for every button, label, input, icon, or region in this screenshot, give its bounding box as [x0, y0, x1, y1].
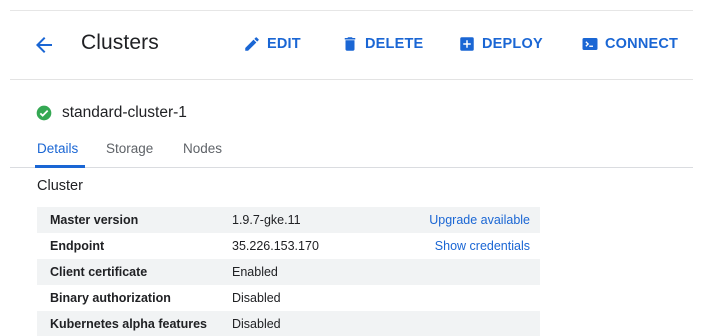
- pencil-icon: [245, 37, 259, 51]
- row-label: Binary authorization: [50, 291, 171, 305]
- cluster-name: standard-cluster-1: [62, 104, 187, 121]
- cluster-status-row: standard-cluster-1: [36, 104, 187, 122]
- plus-box-icon: [460, 37, 474, 51]
- tab-storage[interactable]: Storage: [106, 141, 153, 156]
- row-value: Disabled: [232, 291, 281, 305]
- deploy-label: DEPLOY: [482, 36, 543, 52]
- delete-button[interactable]: DELETE: [341, 34, 423, 54]
- tab-nodes[interactable]: Nodes: [183, 141, 222, 156]
- row-label: Client certificate: [50, 265, 148, 279]
- row-label: Endpoint: [50, 239, 105, 253]
- details-table: Master version 1.9.7-gke.11 Upgrade avai…: [37, 207, 540, 336]
- table-row: Master version 1.9.7-gke.11 Upgrade avai…: [37, 207, 540, 233]
- upgrade-available-link[interactable]: Upgrade available: [429, 213, 530, 227]
- page-header: Clusters EDIT DELETE DEPLOY CONNECT: [10, 10, 693, 80]
- show-credentials-link[interactable]: Show credentials: [435, 239, 530, 253]
- connect-button[interactable]: CONNECT: [581, 34, 678, 54]
- row-label: Kubernetes alpha features: [50, 317, 207, 331]
- row-value: Enabled: [232, 265, 278, 279]
- table-row: Binary authorization Disabled: [37, 285, 540, 311]
- deploy-button[interactable]: DEPLOY: [458, 34, 543, 54]
- connect-label: CONNECT: [605, 36, 679, 52]
- table-row: Client certificate Enabled: [37, 259, 540, 285]
- table-row: Kubernetes alpha features Disabled: [37, 311, 540, 336]
- page-title: Clusters: [81, 31, 159, 54]
- table-row: Endpoint 35.226.153.170 Show credentials: [37, 233, 540, 259]
- check-circle-icon: [36, 105, 52, 121]
- section-title: Cluster: [37, 178, 83, 194]
- back-arrow-icon[interactable]: [32, 33, 56, 57]
- row-value: 1.9.7-gke.11: [232, 213, 301, 227]
- row-value: Disabled: [232, 317, 281, 331]
- terminal-icon: [582, 38, 598, 50]
- delete-label: DELETE: [365, 36, 424, 52]
- edit-button[interactable]: EDIT: [243, 34, 301, 54]
- row-label: Master version: [50, 213, 139, 227]
- tab-bar: Details Storage Nodes: [10, 132, 693, 168]
- row-value: 35.226.153.170: [232, 239, 319, 253]
- tab-details[interactable]: Details: [37, 141, 78, 156]
- edit-label: EDIT: [267, 36, 301, 52]
- active-tab-indicator: [35, 165, 85, 168]
- trash-icon: [344, 37, 356, 51]
